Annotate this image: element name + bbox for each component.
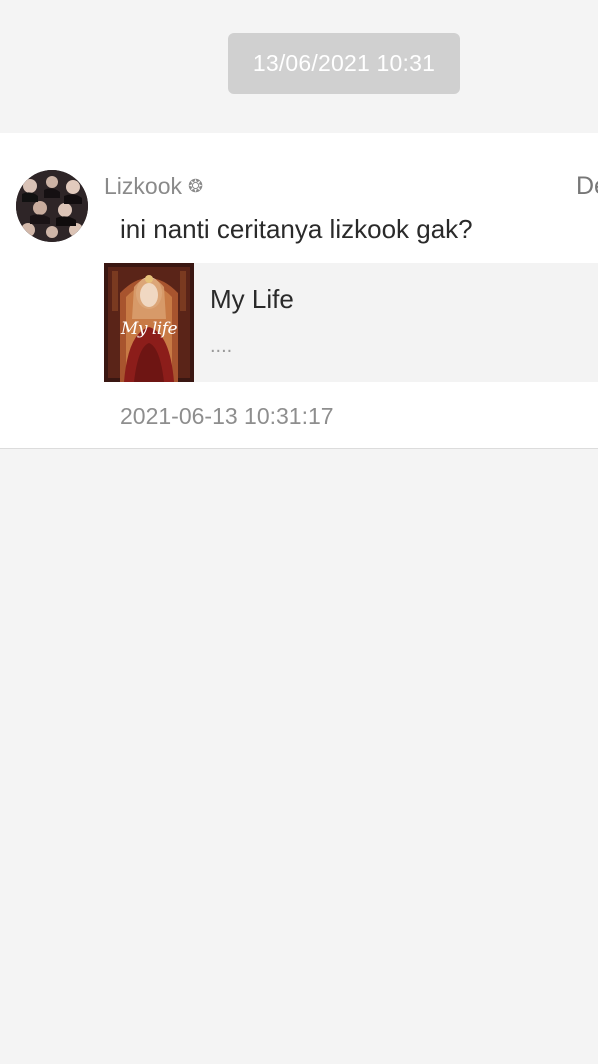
username-text: Lizkook <box>104 173 182 199</box>
comment-action-link[interactable]: De <box>576 172 598 201</box>
story-title: My Life <box>210 284 294 314</box>
comment-text: ini nanti ceritanya lizkook gak? <box>120 214 473 244</box>
comment-username[interactable]: Lizkook ❂ <box>104 173 203 200</box>
thread-timestamp: 13/06/2021 10:31 <box>228 33 460 94</box>
story-card[interactable]: My life My Life .... <box>104 263 598 382</box>
username-flag-icon: ❂ <box>187 176 204 197</box>
story-description: .... <box>210 335 233 357</box>
avatar[interactable] <box>16 170 88 242</box>
story-cover-image: My life <box>104 263 194 382</box>
story-cover-title: My life <box>120 319 178 339</box>
comment-card: Lizkook❂ De ini nanti ceritanya lizkook … <box>0 133 598 449</box>
comment-date: 2021-06-13 10:31:17 <box>120 403 334 429</box>
